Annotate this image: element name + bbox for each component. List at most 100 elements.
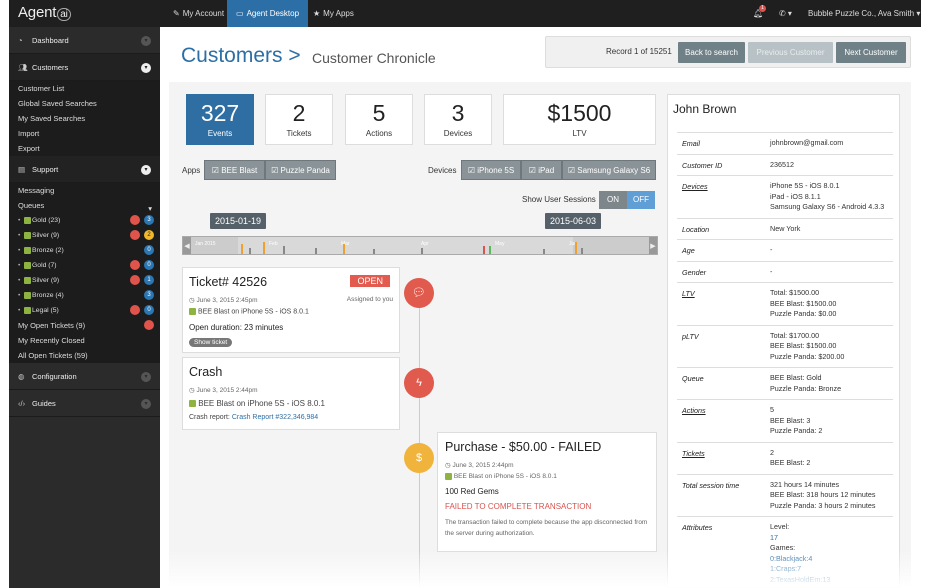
show-ticket-button[interactable]: Show ticket [189, 338, 233, 347]
sidebar-item-configuration[interactable]: ◍ Configuration ▾ [9, 363, 160, 390]
detail-key[interactable]: Tickets [682, 449, 705, 458]
stat-label: Devices [443, 129, 473, 138]
sidebar-item-support[interactable]: ▤ Support ▾ [9, 156, 160, 183]
queue-item[interactable]: • Gold (7) 3 0 [9, 258, 160, 273]
toggle-on[interactable]: ON [599, 191, 627, 209]
timeline-selection[interactable] [238, 237, 573, 254]
timeline-event-mark[interactable] [543, 249, 545, 254]
agent-ai-logo[interactable]: Agent ai [18, 4, 71, 21]
timeline-event-mark[interactable] [241, 244, 243, 254]
chevron-right-icon[interactable]: ▶ [649, 237, 657, 254]
stat-actions[interactable]: 5 Actions [345, 94, 413, 145]
sidebar-item-global-saved-searches[interactable]: Global Saved Searches [9, 96, 160, 111]
timeline-scrubber[interactable]: ◀ ▶ Jan 2015 Feb Mar Apr May Jun [182, 236, 658, 255]
next-customer-button[interactable]: Next Customer [836, 42, 906, 63]
duration-value: 23 minutes [244, 323, 284, 332]
queue-item[interactable]: • Silver (9) 2 1 [9, 273, 160, 288]
sessions-toggle[interactable]: ON OFF [599, 191, 656, 209]
chevron-left-icon[interactable]: ◀ [183, 237, 191, 254]
logo-text: Agent [18, 4, 57, 21]
timeline-event-mark[interactable] [283, 246, 285, 254]
toggle-off[interactable]: OFF [627, 191, 655, 209]
timeline-event-mark[interactable] [343, 244, 345, 254]
app-icon [445, 473, 452, 480]
queue-item[interactable]: • Legal (5) 3 0 [9, 303, 160, 318]
chevron-down-icon: ▾ [914, 9, 921, 18]
sidebar-item-my-recently-closed[interactable]: My Recently Closed [9, 333, 160, 348]
detail-value-line: BEE Blast: Gold [770, 373, 822, 382]
stat-devices[interactable]: 3 Devices [424, 94, 492, 145]
detail-key[interactable]: Devices [682, 182, 708, 191]
stat-tickets[interactable]: 2 Tickets [265, 94, 333, 145]
queue-item[interactable]: • Bronze (2) 0 [9, 243, 160, 258]
queue-count-badge: 3 [144, 290, 154, 300]
detail-value-line[interactable]: 17 [770, 533, 893, 544]
logo-ai-text: ai [57, 8, 71, 21]
detail-key: pLTV [682, 331, 699, 341]
queue-count-badge: 0 [144, 305, 154, 315]
detail-key[interactable]: LTV [682, 289, 695, 298]
stat-events[interactable]: 327 Events [186, 94, 254, 145]
timeline-event-mark[interactable] [421, 248, 423, 254]
queue-list: • Gold (23) 1 3 • Silver (9) 5 2 • Bronze (2) 0 • Go… [9, 213, 160, 318]
timeline-end-date[interactable]: 2015-06-03 [545, 213, 602, 229]
queue-item[interactable]: • Silver (9) 5 2 [9, 228, 160, 243]
duration-label: Open duration: [189, 323, 242, 332]
timeline-event-mark[interactable] [249, 248, 251, 254]
timeline-event-mark[interactable] [373, 249, 375, 254]
detail-key[interactable]: Actions [682, 406, 706, 415]
queue-item[interactable]: • Bronze (4) 3 [9, 288, 160, 303]
timeline-start-date[interactable]: 2015-01-19 [210, 213, 267, 229]
previous-customer-button[interactable]: Previous Customer [748, 42, 833, 63]
timeline-event-mark[interactable] [581, 248, 583, 254]
page-title-text[interactable]: Customers [181, 44, 283, 67]
sidebar-item-import[interactable]: Import [9, 126, 160, 141]
phone-menu[interactable]: ✆ ▾ [779, 0, 792, 27]
app-filter-puzzle-panda[interactable]: ☑ Puzzle Panda [265, 160, 336, 180]
purchase-card[interactable]: Purchase - $50.00 - FAILED ◷ June 3, 201… [437, 432, 657, 552]
clock-icon: ◷ [445, 462, 451, 469]
device-filter-ipad[interactable]: ☑ iPad [521, 160, 562, 180]
device-filter-galaxy[interactable]: ☑ Samsung Galaxy S6 [562, 160, 656, 180]
stat-value: $1500 [547, 100, 612, 126]
sidebar-item-my-saved-searches[interactable]: My Saved Searches [9, 111, 160, 126]
app-filter-bee-blast[interactable]: ☑ BEE Blast [204, 160, 265, 180]
crash-card[interactable]: Crash ◷ June 3, 2015 2:44pm BEE Blast on… [182, 357, 400, 430]
detail-value-line: 236512 [770, 159, 794, 169]
detail-row: Customer ID 236512 [677, 155, 893, 176]
tab-my-account[interactable]: ✎ My Account [164, 0, 233, 27]
detail-key: Total session time [682, 480, 740, 490]
chevron-down-icon: ▾ [141, 63, 151, 73]
queue-app-icon [24, 261, 31, 269]
sidebar-item-queues[interactable]: Queues ▾ [9, 198, 160, 213]
sidebar-item-customer-list[interactable]: Customer List [9, 81, 160, 96]
timeline-event-mark[interactable] [315, 248, 317, 254]
timeline-event-mark[interactable] [575, 242, 577, 254]
detail-key: Location [682, 224, 710, 234]
stat-value: 5 [372, 100, 386, 126]
sidebar-item-customers[interactable]: 👥︎ Customers ▾ [9, 54, 160, 81]
timeline-event-mark[interactable] [489, 246, 491, 254]
notifications-button[interactable]: 🔔︎ 1 [753, 0, 769, 27]
crash-report-link[interactable]: Crash Report #322,346,984 [232, 414, 318, 421]
back-to-search-button[interactable]: Back to search [678, 42, 745, 63]
tab-my-apps[interactable]: ★ My Apps [304, 0, 363, 27]
sidebar-item-my-open-tickets[interactable]: My Open Tickets (9) 2 [9, 318, 160, 333]
sidebar-item-export[interactable]: Export [9, 141, 160, 156]
queue-item[interactable]: • Gold (23) 1 3 [9, 213, 160, 228]
sidebar-item-all-open-tickets[interactable]: All Open Tickets (59) [9, 348, 160, 363]
user-menu[interactable]: Bubble Puzzle Co., Ava Smith ▾ [808, 0, 920, 27]
detail-value-line: Puzzle Panda: $0.00 [770, 309, 837, 318]
count-badge: 2 [144, 320, 154, 330]
detail-value: 5 BEE Blast: 3 Puzzle Panda: 2 [770, 400, 893, 442]
timeline-event-mark[interactable] [483, 246, 485, 254]
tab-agent-desktop[interactable]: ▭ Agent Desktop [227, 0, 309, 27]
device-filter-iphone[interactable]: ☑ iPhone 5S [461, 160, 521, 180]
sidebar-item-messaging[interactable]: Messaging [9, 183, 160, 198]
sidebar-item-dashboard[interactable]: ◔ Dashboard ▾ [9, 27, 160, 54]
timeline-event-mark[interactable] [263, 242, 265, 254]
detail-row: Email johnbrown@gmail.com [677, 133, 893, 155]
ticket-card[interactable]: Ticket# 42526 OPEN Assigned to you ◷ Jun… [182, 267, 400, 353]
stat-ltv[interactable]: $1500 LTV [503, 94, 656, 145]
sidebar-item-guides[interactable]: ‹/› Guides ▾ [9, 390, 160, 417]
